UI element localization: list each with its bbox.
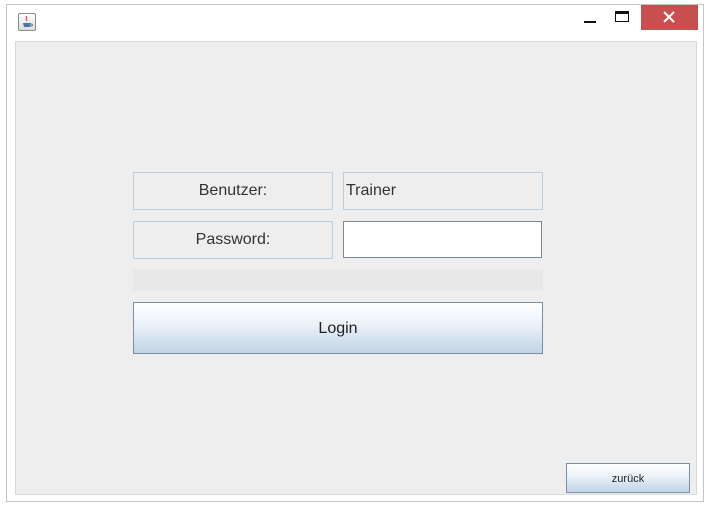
close-button[interactable]: [641, 5, 698, 30]
username-label: Benutzer:: [133, 172, 333, 210]
password-label: Password:: [133, 221, 333, 259]
password-field[interactable]: [343, 221, 542, 258]
login-panel: Benutzer: Trainer Password: Login zurück: [15, 41, 697, 495]
username-field[interactable]: Trainer: [343, 172, 543, 210]
maximize-button[interactable]: [609, 5, 635, 31]
status-message: [133, 270, 543, 290]
java-cup-icon[interactable]: [18, 13, 36, 31]
back-button[interactable]: zurück: [566, 463, 690, 493]
login-button[interactable]: Login: [133, 302, 543, 354]
app-window: Benutzer: Trainer Password: Login zurück: [6, 4, 704, 502]
minimize-button[interactable]: [577, 5, 603, 31]
close-icon: [663, 11, 675, 23]
title-bar[interactable]: [7, 5, 703, 40]
